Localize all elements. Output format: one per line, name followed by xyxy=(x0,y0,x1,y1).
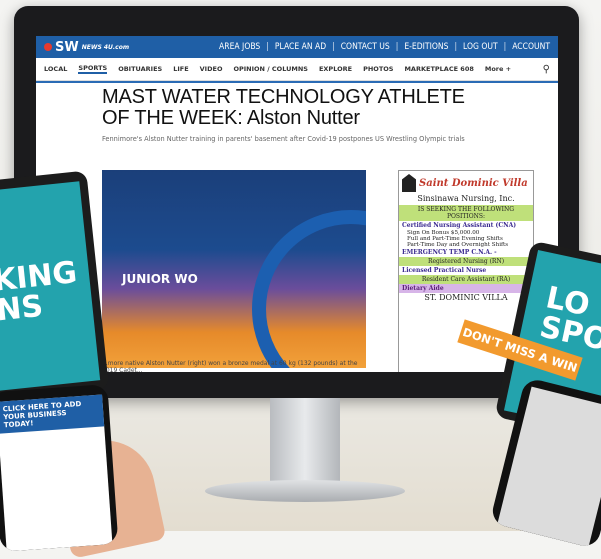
mat-circle xyxy=(252,210,366,368)
photo-caption: ...more native Alston Nutter (right) won… xyxy=(102,360,358,372)
ad-ra: Resident Care Assistant (RA) xyxy=(399,275,533,284)
ad-rn: Registered Nursing (RN) xyxy=(399,257,533,266)
ad-cna: Certified Nursing Assistant (CNA) xyxy=(402,222,517,229)
search-icon[interactable]: ⚲ xyxy=(543,64,550,75)
ad-seeking: IS SEEKING THE FOLLOWING POSITIONS: xyxy=(399,205,533,221)
left-phone-screen: CLICK HERE TO ADD YOUR BUSINESS TODAY! xyxy=(0,394,113,552)
nav-more[interactable]: More + xyxy=(485,65,511,73)
link-log-out[interactable]: LOG OUT xyxy=(463,42,498,52)
nav-sports[interactable]: SPORTS xyxy=(78,64,108,74)
chapel-logo-icon xyxy=(402,174,416,192)
leaderboard-strip xyxy=(36,81,558,83)
photo-banner-text: JUNIOR WO xyxy=(122,272,198,286)
nav-opinion[interactable]: OPINION / COLUMNS xyxy=(233,65,308,73)
left-phone: CLICK HERE TO ADD YOUR BUSINESS TODAY! xyxy=(0,384,119,552)
article-subhead: Fennimore's Alston Nutter training in pa… xyxy=(102,135,465,143)
logo-text: SW xyxy=(55,39,79,55)
top-links: AREA JOBS | PLACE AN AD | CONTACT US | E-ED… xyxy=(219,42,550,52)
ad-company: Sinsinawa Nursing, Inc. xyxy=(417,194,515,203)
ad-dietary: Dietary Aide xyxy=(399,284,533,293)
article-headline: MAST WATER TECHNOLOGY ATHLETE OF THE WEE… xyxy=(102,86,465,129)
nav-obituaries[interactable]: OBITUARIES xyxy=(118,65,162,73)
left-tablet-text: KING NS xyxy=(0,255,79,329)
monitor-stand-base xyxy=(205,480,405,502)
ad-header: Saint Dominic Villa xyxy=(399,171,533,194)
nav-life[interactable]: LIFE xyxy=(173,65,188,73)
ad-title: Saint Dominic Villa xyxy=(419,177,528,189)
add-business-cta[interactable]: CLICK HERE TO ADD YOUR BUSINESS TODAY! xyxy=(0,394,105,434)
link-place-ad[interactable]: PLACE AN AD xyxy=(275,42,326,52)
nav-photos[interactable]: PHOTOS xyxy=(363,65,393,73)
link-contact[interactable]: CONTACT US xyxy=(341,42,390,52)
nav-marketplace[interactable]: MARKETPLACE 608 xyxy=(404,65,473,73)
logo-subtext: NEWS 4U.com xyxy=(81,43,130,51)
monitor-stand-neck xyxy=(270,398,340,488)
link-e-editions[interactable]: E-EDITIONS xyxy=(404,42,448,52)
browser-screen: SW NEWS 4U.com AREA JOBS | PLACE AN AD | C… xyxy=(36,36,558,372)
article-photo[interactable]: JUNIOR WO xyxy=(102,170,366,368)
nav-explore[interactable]: EXPLORE xyxy=(319,65,352,73)
link-account[interactable]: ACCOUNT xyxy=(512,42,550,52)
site-logo[interactable]: SW NEWS 4U.com xyxy=(44,40,129,55)
main-nav: LOCAL SPORTS OBITUARIES LIFE VIDEO OPINI… xyxy=(36,58,558,81)
left-tablet-screen: KING NS xyxy=(0,181,101,391)
logo-circle-icon xyxy=(44,43,52,51)
nav-video[interactable]: VIDEO xyxy=(200,65,223,73)
site-header: SW NEWS 4U.com AREA JOBS | PLACE AN AD | C… xyxy=(36,36,558,58)
link-area-jobs[interactable]: AREA JOBS xyxy=(219,42,260,52)
ad-emergency: EMERGENCY TEMP C.N.A. - xyxy=(402,249,497,256)
nav-local[interactable]: LOCAL xyxy=(44,65,67,73)
ad-lpn: Licensed Practical Nurse xyxy=(402,267,487,274)
ad-footer: ST. DOMINIC VILLA xyxy=(424,293,508,302)
